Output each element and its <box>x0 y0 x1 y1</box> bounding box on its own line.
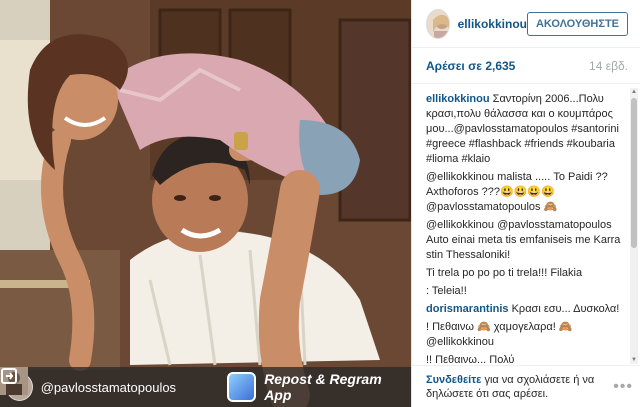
post-age[interactable]: 14 εβδ. <box>589 59 628 73</box>
list-item: !! Πεθαινω... Πολύ <box>426 353 626 364</box>
list-item: dorismarantinis Κρασι εσυ... Δυσκολα! <box>426 302 626 317</box>
comment-username[interactable]: dorismarantinis <box>426 303 509 315</box>
comment-text: !! Πεθαινω... Πολύ <box>426 354 515 364</box>
regram-app-name: Repost & Regram App <box>264 371 382 403</box>
login-prompt: Συνδεθείτε για να σχολιάσετε ή να δηλώσε… <box>426 373 607 401</box>
comment-text: @ellikokkinou malista ..... Το Paidi ?? … <box>426 171 608 213</box>
comment-text: ! Πεθαινω 🙈 χαμογελαρα! 🙈 @ellikokkinou <box>426 321 573 348</box>
post-footer: Συνδεθείτε για να σχολιάσετε ή να δηλώσε… <box>412 365 640 407</box>
comment-text: Ti trela po po po ti trela!!! Filakia <box>426 267 583 279</box>
post-photo[interactable]: @pavlosstamatopoulos Repost & Regram App <box>0 0 411 407</box>
comments-list[interactable]: ellikokkinou Σαντορίνη 2006...Πολυ κρασι… <box>412 88 630 364</box>
login-link[interactable]: Συνδεθείτε <box>426 374 481 386</box>
list-item: Ti trela po po po ti trela!!! Filakia <box>426 266 626 281</box>
list-item: : Teleia!! <box>426 284 626 299</box>
comment-text: Κρασι εσυ... Δυσκολα! <box>511 303 620 315</box>
comment-text: @ellikokkinou @pavlosstamatopoulos Auto … <box>426 219 621 261</box>
follow-button[interactable]: ΑΚΟΛΟΥΘΗΣΤΕ <box>526 11 628 36</box>
post-author-username[interactable]: ellikokkinou <box>458 17 527 31</box>
regram-bar: @pavlosstamatopoulos Repost & Regram App <box>0 367 411 407</box>
likes-count[interactable]: Αρέσει σε 2,635 <box>426 59 515 73</box>
regram-username: @pavlosstamatopoulos <box>40 379 177 395</box>
avatar[interactable] <box>426 8 450 39</box>
scroll-thumb[interactable] <box>631 98 637 248</box>
scroll-down-arrow-icon[interactable]: ▼ <box>630 356 638 364</box>
photo-illustration <box>0 0 411 407</box>
list-item: @ellikokkinou @pavlosstamatopoulos Auto … <box>426 218 626 263</box>
comment-text: : Teleia!! <box>426 285 467 297</box>
regram-logo-icon <box>1 368 257 402</box>
caption-username[interactable]: ellikokkinou <box>426 93 490 105</box>
caption: ellikokkinou Σαντορίνη 2006...Πολυ κρασι… <box>426 92 626 167</box>
likes-row: Αρέσει σε 2,635 14 εβδ. <box>412 48 640 84</box>
scroll-up-arrow-icon[interactable]: ▲ <box>630 88 638 96</box>
post-header: ellikokkinou ΑΚΟΛΟΥΘΗΣΤΕ <box>412 0 640 48</box>
list-item: @ellikokkinou malista ..... Το Paidi ?? … <box>426 170 626 215</box>
post-side-panel: ellikokkinou ΑΚΟΛΟΥΘΗΣΤΕ Αρέσει σε 2,635… <box>411 0 640 407</box>
list-item: ! Πεθαινω 🙈 χαμογελαρα! 🙈 @ellikokkinou <box>426 320 626 350</box>
comments-scrollbar[interactable]: ▲ ▼ <box>630 88 638 364</box>
more-options-icon[interactable]: ••• <box>613 378 633 396</box>
